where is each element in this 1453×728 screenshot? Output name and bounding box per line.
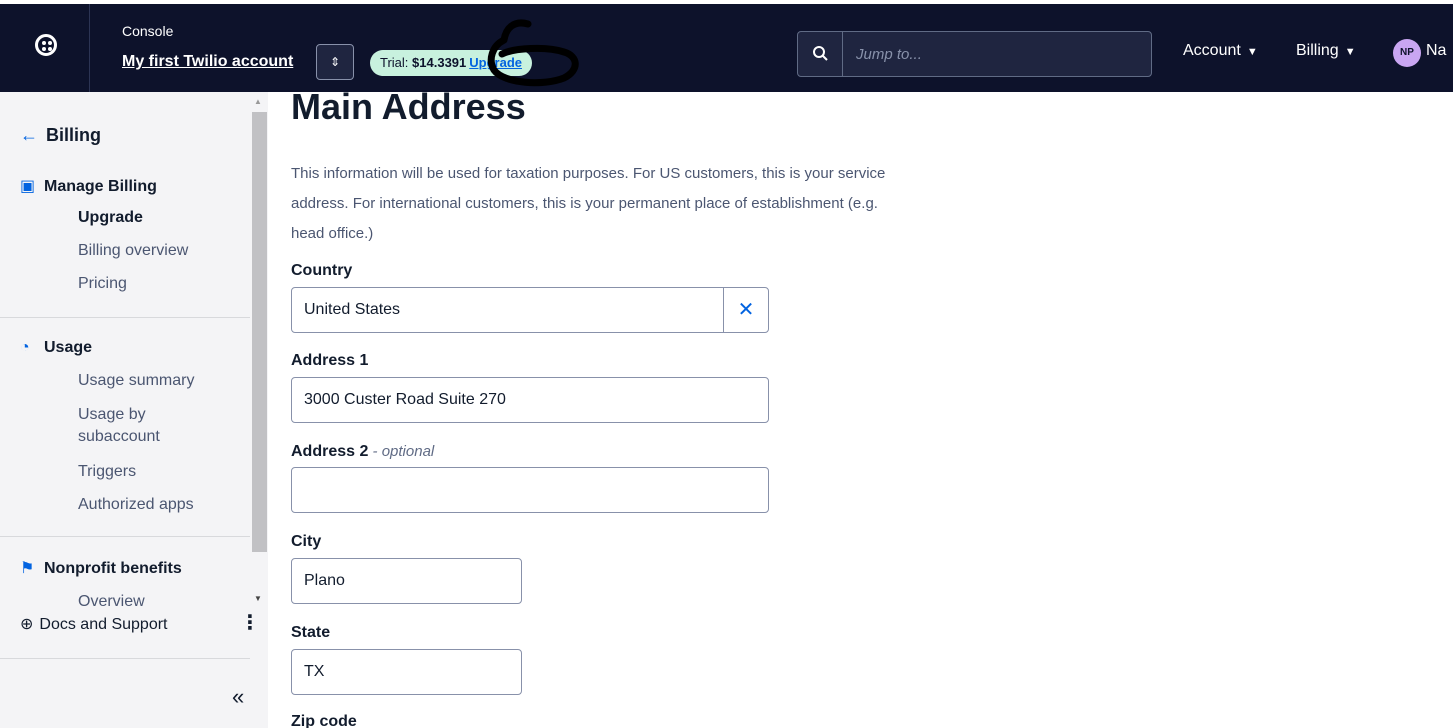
lifebuoy-icon: ⊕	[20, 616, 34, 633]
sidebar-item-triggers[interactable]: Triggers	[78, 461, 136, 483]
address1-input[interactable]	[304, 389, 754, 411]
sidebar-divider	[0, 658, 250, 659]
upgrade-link[interactable]: Upgrade	[469, 55, 522, 70]
search-box[interactable]	[797, 31, 1152, 77]
gauge-icon: ◔	[20, 339, 30, 356]
top-bar: Console My first Twilio account ⇕ Trial:…	[0, 0, 1453, 92]
user-name[interactable]: Na	[1426, 42, 1446, 60]
sidebar-section-manage-billing[interactable]: ▣ Manage Billing	[20, 176, 157, 196]
sidebar-section-usage[interactable]: ◔ Usage	[20, 339, 92, 357]
state-input[interactable]	[304, 661, 509, 683]
address1-label: Address 1	[291, 352, 369, 369]
address2-label: Address 2 - optional	[291, 443, 435, 460]
chevron-down-icon: ▼	[1246, 46, 1258, 58]
country-label: Country	[291, 262, 353, 279]
sidebar-item-upgrade[interactable]: Upgrade	[78, 207, 143, 229]
more-options-icon[interactable]: ⋮	[240, 610, 260, 635]
zip-code-label: Zip code	[291, 713, 357, 728]
city-field[interactable]	[291, 558, 522, 604]
search-icon	[813, 46, 828, 61]
state-field[interactable]	[291, 649, 522, 695]
jump-to-search-input[interactable]	[856, 42, 1136, 66]
address2-input[interactable]	[304, 479, 754, 501]
logo-cell[interactable]	[0, 4, 90, 92]
money-icon: ▣	[20, 178, 36, 195]
scroll-up-arrow-icon[interactable]: ▲	[254, 97, 262, 106]
back-to-billing-link[interactable]: ← Billing	[20, 125, 101, 146]
page-title: Main Address	[291, 86, 526, 127]
trial-label: Trial:	[380, 55, 413, 70]
account-menu[interactable]: Account ▼	[1183, 42, 1258, 60]
twilio-logo-icon[interactable]	[35, 34, 57, 56]
address1-field[interactable]	[291, 377, 769, 423]
console-label: Console	[122, 23, 174, 39]
billing-menu-label: Billing	[1296, 42, 1339, 59]
trial-balance-badge: Trial: $14.3391 Upgrade	[370, 50, 532, 76]
scroll-down-arrow-icon[interactable]: ▼	[254, 594, 262, 603]
country-combobox[interactable]: ✕	[291, 287, 769, 333]
intro-text: This information will be used for taxati…	[291, 165, 886, 242]
clear-country-button[interactable]: ✕	[723, 288, 768, 332]
sidebar-section-nonprofit-benefits[interactable]: ⚑ Nonprofit benefits	[20, 558, 182, 578]
country-input[interactable]	[304, 299, 704, 321]
collapse-sidebar-icon[interactable]: «	[232, 684, 244, 710]
sidebar-item-billing-overview[interactable]: Billing overview	[78, 240, 188, 262]
back-label: Billing	[46, 125, 101, 145]
account-switcher-button[interactable]: ⇕	[316, 44, 354, 80]
account-menu-label: Account	[1183, 42, 1241, 59]
address2-field[interactable]	[291, 467, 769, 513]
sidebar-scrollbar-thumb[interactable]	[252, 112, 267, 552]
city-label: City	[291, 533, 322, 550]
sidebar-divider	[0, 536, 250, 537]
arrow-left-icon: ←	[20, 125, 38, 145]
chevron-up-down-icon: ⇕	[329, 55, 341, 69]
search-button[interactable]	[798, 32, 843, 76]
city-input[interactable]	[304, 570, 509, 592]
sidebar-item-overview[interactable]: Overview	[78, 591, 145, 613]
sidebar-item-usage-by-subaccount[interactable]: Usage by subaccount	[78, 404, 208, 448]
billing-menu[interactable]: Billing ▼	[1296, 42, 1356, 60]
sidebar-item-pricing[interactable]: Pricing	[78, 273, 127, 295]
optional-hint: - optional	[368, 443, 435, 460]
sidebar-item-authorized-apps[interactable]: Authorized apps	[78, 494, 194, 516]
close-icon: ✕	[737, 299, 755, 321]
sidebar-item-usage-summary[interactable]: Usage summary	[78, 370, 194, 392]
sidebar-divider	[0, 317, 250, 318]
sidebar: ▲ ▼ ← Billing ▣ Manage Billing Upgrade Bil…	[0, 92, 268, 728]
chevron-down-icon: ▼	[1344, 46, 1356, 58]
docs-and-support-link[interactable]: ⊕ Docs and Support	[20, 614, 167, 634]
account-name-link[interactable]: My first Twilio account	[122, 53, 293, 71]
state-label: State	[291, 624, 331, 641]
trial-amount: $14.3391	[412, 55, 467, 70]
flag-icon: ⚑	[20, 560, 35, 577]
user-avatar[interactable]: NP	[1393, 39, 1421, 67]
